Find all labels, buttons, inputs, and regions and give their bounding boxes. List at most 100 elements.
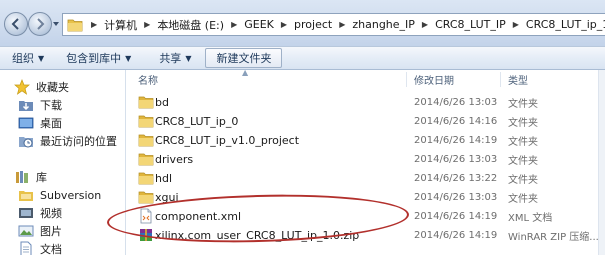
breadcrumb-zhanghe-ip[interactable]: zhanghe_IP	[350, 18, 417, 31]
file-type: 文件夹	[508, 156, 538, 167]
file-modified: 2014/6/26 14:19	[414, 230, 498, 241]
column-divider[interactable]	[406, 72, 407, 87]
column-type-label: 类型	[508, 75, 528, 87]
column-header-type[interactable]: 类型	[508, 70, 528, 88]
file-row-zip[interactable]: xilinx.com_user_CRC8_LUT_ip_1.0.zip 2014…	[132, 226, 605, 245]
file-name: drivers	[155, 153, 194, 166]
column-modified-label: 修改日期	[414, 75, 454, 87]
file-name: xgui	[155, 191, 179, 204]
forward-arrow-icon	[37, 18, 45, 30]
star-icon	[14, 79, 30, 95]
nav-favorites[interactable]: 收藏夹	[14, 78, 69, 96]
recent-places-icon	[19, 137, 33, 148]
file-row[interactable]: hdl 2014/6/26 13:22 文件夹	[132, 169, 605, 188]
nav-documents-label: 文档	[40, 243, 62, 255]
breadcrumb-separator-icon[interactable]: ▶	[417, 20, 433, 29]
breadcrumb-separator-icon[interactable]: ▶	[86, 20, 102, 29]
include-in-library-label: 包含到库中	[66, 52, 122, 65]
documents-library-icon	[20, 241, 32, 255]
breadcrumb-current-folder[interactable]: CRC8_LUT_ip_1.0	[524, 18, 605, 31]
folder-icon	[67, 19, 83, 31]
recent-pages-dropdown-icon[interactable]	[52, 20, 60, 28]
breadcrumb-project[interactable]: project	[292, 18, 334, 31]
column-header-modified[interactable]: 修改日期	[414, 70, 454, 88]
share-button[interactable]: 共享 ▼	[153, 48, 197, 68]
nav-subversion-label: Subversion	[40, 188, 102, 202]
nav-favorites-label: 收藏夹	[36, 81, 69, 94]
navigation-pane: 收藏夹 下载 桌面 最近访问的位置 库 Subversion 视频 图片 文档	[0, 70, 126, 255]
file-row[interactable]: CRC8_LUT_ip_0 2014/6/26 14:16 文件夹	[132, 112, 605, 131]
breadcrumb-separator-icon[interactable]: ▶	[139, 20, 155, 29]
address-box[interactable]: ▶ 计算机 ▶ 本地磁盘 (E:) ▶ GEEK ▶ project ▶ zha…	[62, 13, 605, 36]
file-modified: 2014/6/26 13:03	[414, 154, 498, 165]
new-folder-button[interactable]: 新建文件夹	[205, 48, 283, 68]
column-name-label: 名称	[138, 75, 158, 87]
file-modified: 2014/6/26 14:16	[414, 116, 498, 127]
chevron-down-icon: ▼	[185, 53, 192, 63]
file-modified: 2014/6/26 14:19	[414, 135, 498, 146]
folder-icon	[138, 96, 154, 109]
file-type: 文件夹	[508, 175, 538, 186]
breadcrumb-separator-icon[interactable]: ▶	[334, 20, 350, 29]
file-modified: 2014/6/26 14:19	[414, 211, 498, 222]
folder-icon	[138, 134, 154, 147]
sort-indicator-icon: ▲	[242, 68, 249, 77]
xml-file-icon	[140, 208, 152, 224]
nav-downloads[interactable]: 下载	[18, 96, 62, 114]
subversion-library-icon	[19, 191, 33, 201]
nav-videos-label: 视频	[40, 207, 62, 220]
library-icon	[16, 171, 28, 183]
breadcrumb-local-disk[interactable]: 本地磁盘 (E:)	[155, 17, 226, 33]
breadcrumb-separator-icon[interactable]: ▶	[276, 20, 292, 29]
nav-videos[interactable]: 视频	[18, 204, 62, 222]
file-row[interactable]: xgui 2014/6/26 13:03 文件夹	[132, 188, 605, 207]
column-header-name[interactable]: 名称	[138, 70, 158, 88]
file-name: component.xml	[155, 210, 242, 223]
column-divider[interactable]	[500, 72, 501, 87]
nav-subversion[interactable]: Subversion	[18, 186, 101, 204]
nav-pictures[interactable]: 图片	[18, 222, 62, 240]
include-in-library-button[interactable]: 包含到库中 ▼	[60, 48, 137, 68]
organize-button[interactable]: 组织 ▼	[6, 48, 50, 68]
nav-desktop-label: 桌面	[40, 117, 62, 130]
breadcrumb-geek[interactable]: GEEK	[242, 18, 276, 31]
zip-archive-icon	[140, 229, 152, 241]
nav-libraries[interactable]: 库	[14, 168, 47, 186]
file-row[interactable]: component.xml 2014/6/26 14:19 XML 文档	[132, 207, 605, 226]
back-arrow-icon	[11, 18, 19, 30]
video-library-icon	[19, 208, 33, 218]
folder-icon	[138, 153, 154, 166]
file-row[interactable]: bd 2014/6/26 13:03 文件夹	[132, 93, 605, 112]
file-type: 文件夹	[508, 99, 538, 110]
file-row[interactable]: drivers 2014/6/26 13:03 文件夹	[132, 150, 605, 169]
nav-downloads-label: 下载	[40, 99, 62, 112]
breadcrumb-crc8-lut-ip[interactable]: CRC8_LUT_IP	[433, 18, 508, 31]
file-modified: 2014/6/26 13:03	[414, 97, 498, 108]
file-type: 文件夹	[508, 118, 538, 129]
file-name: bd	[155, 96, 169, 109]
chevron-down-icon: ▼	[38, 53, 45, 63]
back-button[interactable]	[4, 12, 28, 36]
vertical-scrollbar[interactable]	[598, 70, 605, 255]
file-type: 文件夹	[508, 137, 538, 148]
forward-button[interactable]	[28, 12, 52, 36]
address-bar-row: ▶ 计算机 ▶ 本地磁盘 (E:) ▶ GEEK ▶ project ▶ zha…	[0, 0, 605, 46]
file-modified: 2014/6/26 13:22	[414, 173, 498, 184]
folder-icon	[138, 191, 154, 204]
file-row[interactable]: CRC8_LUT_ip_v1.0_project 2014/6/26 14:19…	[132, 131, 605, 150]
breadcrumb-separator-icon[interactable]: ▶	[508, 20, 524, 29]
pictures-library-icon	[18, 225, 34, 237]
nav-recent-places[interactable]: 最近访问的位置	[18, 132, 117, 150]
nav-desktop[interactable]: 桌面	[18, 114, 62, 132]
command-toolbar: 组织 ▼ 包含到库中 ▼ 共享 ▼ 新建文件夹	[0, 46, 605, 70]
folder-icon	[138, 172, 154, 185]
breadcrumb-computer[interactable]: 计算机	[102, 17, 139, 33]
nav-documents[interactable]: 文档	[18, 240, 62, 255]
file-type: XML 文档	[508, 213, 553, 224]
new-folder-label: 新建文件夹	[216, 52, 272, 65]
nav-pictures-label: 图片	[40, 225, 62, 238]
breadcrumb-separator-icon[interactable]: ▶	[226, 20, 242, 29]
file-name: CRC8_LUT_ip_0	[155, 115, 239, 128]
folder-icon	[138, 115, 154, 128]
file-modified: 2014/6/26 13:03	[414, 192, 498, 203]
